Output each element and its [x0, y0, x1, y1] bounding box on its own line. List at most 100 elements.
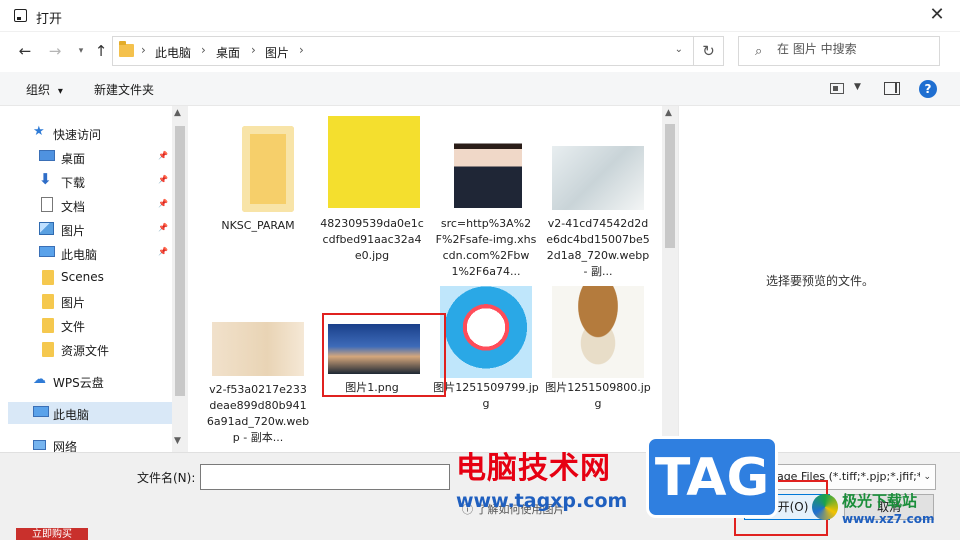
file-item[interactable]: v2-41cd74542d2de6dc4bd15007be52d1a8_720w…: [544, 114, 652, 278]
file-name: 图片1251509800.jpg: [545, 381, 651, 410]
pin-icon: 📌: [158, 175, 168, 184]
sidebar-item-label: 快速访问: [53, 128, 102, 142]
folder-icon: [42, 318, 54, 333]
aurora-logo-icon: [812, 494, 838, 520]
breadcrumb-separator: ›: [251, 43, 256, 57]
image-thumbnail: [454, 116, 522, 208]
pin-icon: 📌: [158, 199, 168, 208]
organize-button[interactable]: 组织 ▾: [26, 81, 63, 98]
help-icon[interactable]: ?: [919, 80, 937, 98]
computer-icon: [33, 406, 49, 417]
command-toolbar: 组织 ▾ 新建文件夹 ▼ ?: [0, 72, 960, 106]
breadcrumb-pictures[interactable]: 图片: [265, 44, 289, 61]
breadcrumb-separator: ›: [141, 43, 146, 57]
back-arrow-icon[interactable]: ←: [14, 40, 36, 62]
view-options-chevron-icon[interactable]: ▼: [854, 82, 861, 92]
preview-pane: 选择要预览的文件。: [678, 106, 960, 452]
close-button[interactable]: ✕: [914, 0, 960, 32]
preview-empty-text: 选择要预览的文件。: [765, 274, 874, 288]
sidebar-item[interactable]: 此电脑: [8, 402, 172, 424]
address-row: ← → ▾ ↑ › 此电脑 › 桌面 › 图片 › ⌄ ↻ ⌕: [0, 32, 960, 72]
sidebar-item-label: 此电脑: [61, 248, 98, 262]
file-item[interactable]: 图片1251509799.jpg: [432, 284, 540, 444]
filename-input[interactable]: [200, 464, 450, 490]
sidebar-item-label: 下载: [61, 176, 86, 190]
nav-scrollbar[interactable]: ▲ ▼: [172, 106, 188, 452]
file-scrollbar[interactable]: ▲: [662, 106, 678, 452]
search-box[interactable]: ⌕: [738, 36, 940, 66]
scroll-down-arrow-icon[interactable]: ▼: [174, 436, 181, 446]
image-thumbnail: [212, 322, 304, 376]
forward-arrow-icon[interactable]: →: [44, 40, 66, 62]
filename-label: 文件名(N):: [137, 471, 196, 485]
image-thumbnail: [328, 116, 420, 208]
change-view-icon[interactable]: [830, 83, 844, 94]
file-item[interactable]: v2-f53a0217e233deae899d80b9416a91ad_720w…: [204, 284, 312, 444]
recent-locations-chevron-icon[interactable]: ▾: [70, 40, 92, 62]
sidebar-item-label: 桌面: [61, 152, 86, 166]
breadcrumb-desktop[interactable]: 桌面: [216, 44, 240, 61]
folder-icon: [119, 41, 134, 57]
sidebar-item[interactable]: 文档 📌: [8, 194, 173, 216]
address-dropdown-chevron-icon[interactable]: ⌄: [675, 44, 683, 55]
file-item[interactable]: src=http%3A%2F%2Fsafe-img.xhscdn.com%2Fb…: [432, 114, 540, 278]
sidebar-item-label: 图片: [61, 224, 86, 238]
download-icon: ⬇: [39, 170, 52, 188]
sidebar-item-label: 文档: [61, 200, 86, 214]
window-title: 打开: [36, 12, 63, 27]
image-thumbnail: [552, 286, 644, 378]
file-list: NKSC_PARAM 482309539da0e1ccdfbed91aac32a4…: [188, 106, 662, 452]
file-name: NKSC_PARAM: [221, 219, 295, 232]
nav-scrollbar-thumb[interactable]: [175, 126, 185, 396]
sidebar-item[interactable]: 桌面 📌: [8, 146, 173, 168]
new-folder-button[interactable]: 新建文件夹: [94, 81, 154, 98]
sidebar-item-label: WPS云盘: [53, 376, 104, 390]
window-icon: [14, 9, 27, 22]
watermark-aurora-text: 极光下载站: [842, 492, 918, 510]
breadcrumb-separator: ›: [201, 43, 206, 57]
sidebar-item-label: 图片: [61, 296, 86, 310]
sidebar-item[interactable]: ☁ WPS云盘: [8, 370, 173, 392]
sidebar-item[interactable]: 图片: [8, 290, 173, 312]
file-item[interactable]: 图片1251509800.jpg: [544, 284, 652, 444]
file-scrollbar-thumb[interactable]: [665, 124, 675, 248]
title-bar: 打开 ✕: [0, 0, 960, 32]
pictures-icon: [39, 222, 54, 235]
sidebar-item-label: 文件: [61, 320, 86, 334]
watermark-url: www.tagxp.com: [456, 490, 628, 512]
file-name: 图片1251509799.jpg: [433, 381, 539, 410]
breadcrumb-this-pc[interactable]: 此电脑: [155, 44, 191, 61]
image-thumbnail: [552, 146, 644, 210]
search-input[interactable]: [777, 42, 927, 56]
sidebar-item[interactable]: ★ 快速访问: [8, 122, 173, 144]
computer-icon: [39, 246, 55, 257]
buy-badge: 立即购买: [16, 528, 88, 540]
sidebar-item[interactable]: 文件: [8, 314, 173, 336]
breadcrumb-separator: ›: [299, 43, 304, 57]
search-icon: ⌕: [755, 44, 763, 59]
highlight-box-image: [322, 313, 446, 397]
up-arrow-icon[interactable]: ↑: [90, 40, 112, 62]
address-bar[interactable]: › 此电脑 › 桌面 › 图片 › ⌄: [112, 36, 694, 66]
pin-icon: 📌: [158, 247, 168, 256]
sidebar-item[interactable]: Scenes: [8, 266, 173, 288]
scroll-up-arrow-icon[interactable]: ▲: [174, 108, 181, 118]
sidebar-item-label: 资源文件: [61, 344, 110, 358]
star-icon: ★: [33, 124, 45, 139]
sidebar-item[interactable]: ⬇ 下载 📌: [8, 170, 173, 192]
sidebar-item[interactable]: 此电脑 📌: [8, 242, 173, 264]
chevron-down-icon: ⌄: [920, 465, 931, 489]
file-name: 482309539da0e1ccdfbed91aac32a4e0.jpg: [320, 217, 424, 262]
cloud-icon: ☁: [33, 372, 46, 387]
file-item[interactable]: 482309539da0e1ccdfbed91aac32a4e0.jpg: [318, 114, 426, 274]
sidebar-item[interactable]: 图片 📌: [8, 218, 173, 240]
refresh-icon[interactable]: ↻: [694, 36, 724, 66]
network-icon: [33, 440, 46, 450]
folder-item[interactable]: NKSC_PARAM: [204, 114, 312, 274]
watermark-chinese-text: 电脑技术网: [456, 451, 611, 486]
sidebar-item[interactable]: 资源文件: [8, 338, 173, 360]
organize-label: 组织: [26, 83, 51, 97]
folder-icon: [42, 294, 54, 309]
scroll-up-arrow-icon[interactable]: ▲: [665, 108, 672, 118]
preview-pane-toggle-icon[interactable]: [884, 82, 900, 95]
